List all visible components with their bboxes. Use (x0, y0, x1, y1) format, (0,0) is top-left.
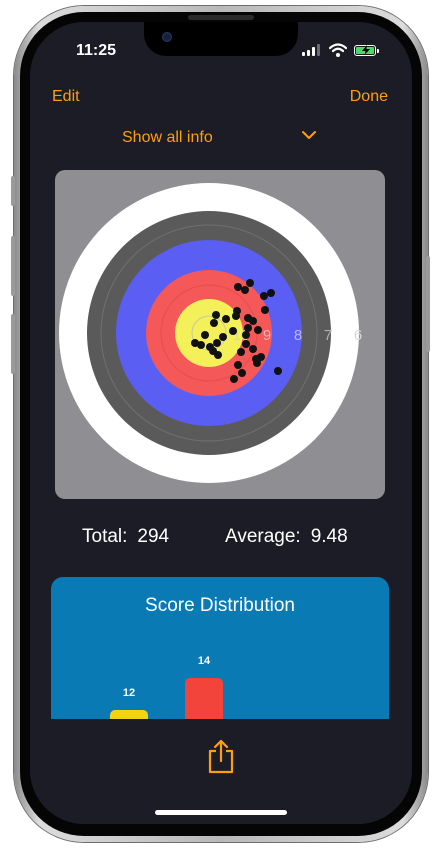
arrow-hit-marker[interactable] (219, 333, 227, 341)
info-picker[interactable]: Show all info (122, 129, 213, 147)
charging-bolt-icon (362, 45, 370, 55)
average-stat: Average: 9.48 (225, 526, 348, 548)
arrow-hit-marker[interactable] (246, 279, 254, 287)
arrow-hit-marker[interactable] (267, 289, 275, 297)
arrow-hit-marker[interactable] (230, 375, 238, 383)
average-value: 9.48 (310, 526, 348, 547)
average-label: Average: (225, 526, 301, 547)
edit-button[interactable]: Edit (52, 88, 80, 106)
mute-switch (11, 176, 15, 206)
arrow-hit-marker[interactable] (213, 339, 221, 347)
arrow-hit-marker[interactable] (274, 367, 282, 375)
ring-label-9: 9 (263, 327, 271, 344)
battery-icon (354, 45, 379, 56)
arrow-hit-marker[interactable] (242, 340, 250, 348)
score-distribution-title: Score Distribution (145, 595, 295, 616)
arrow-hit-marker[interactable] (234, 283, 242, 291)
bar-value-label: 14 (197, 655, 211, 667)
arrow-hit-marker[interactable] (201, 331, 209, 339)
share-icon[interactable] (205, 739, 237, 775)
volume-up-button (11, 236, 15, 296)
arrow-hit-marker[interactable] (234, 361, 242, 369)
ring-label-7: 7 (324, 327, 332, 344)
chevron-down-icon[interactable] (300, 128, 318, 142)
home-indicator (155, 810, 287, 815)
arrow-hit-marker[interactable] (254, 326, 262, 334)
arrow-hit-marker[interactable] (222, 315, 230, 323)
arrow-hit-marker[interactable] (261, 306, 269, 314)
arrow-hit-marker[interactable] (210, 319, 218, 327)
total-label: Total: (82, 526, 128, 547)
arrow-hit-marker[interactable] (244, 324, 252, 332)
arrow-hit-marker[interactable] (232, 312, 240, 320)
target-face-panel[interactable]: 10 9 8 7 6 (55, 170, 385, 499)
screen: 11:25 Edit Done Show all info 10 9 8 7 6… (30, 22, 412, 824)
total-stat: Total: 294 (82, 526, 169, 548)
arrow-hit-marker[interactable] (212, 311, 220, 319)
arrow-hit-marker[interactable] (260, 292, 268, 300)
arrow-hit-marker[interactable] (257, 353, 265, 361)
volume-down-button (11, 314, 15, 374)
bar-value-label: 12 (122, 687, 136, 699)
camera-icon (162, 32, 172, 42)
arrow-hit-marker[interactable] (249, 345, 257, 353)
archery-target[interactable]: 10 9 8 7 6 (55, 170, 385, 499)
notch (144, 22, 298, 56)
ring-label-8: 8 (294, 327, 302, 344)
ring-label-6: 6 (354, 327, 362, 344)
arrow-hit-marker[interactable] (238, 369, 246, 377)
arrow-hit-marker[interactable] (249, 317, 257, 325)
status-time: 11:25 (76, 42, 117, 59)
power-button (426, 256, 430, 352)
cellular-signal-icon (302, 44, 322, 56)
total-value: 294 (137, 526, 170, 547)
bottom-toolbar (30, 719, 412, 824)
arrow-hit-marker[interactable] (209, 347, 217, 355)
arrow-hit-marker[interactable] (241, 286, 249, 294)
wifi-icon (329, 43, 347, 57)
arrow-hit-marker[interactable] (229, 327, 237, 335)
earpiece-speaker (188, 15, 254, 20)
done-button[interactable]: Done (350, 88, 388, 106)
arrow-hit-marker[interactable] (242, 331, 250, 339)
arrow-hit-marker[interactable] (197, 341, 205, 349)
arrow-hit-marker[interactable] (237, 348, 245, 356)
